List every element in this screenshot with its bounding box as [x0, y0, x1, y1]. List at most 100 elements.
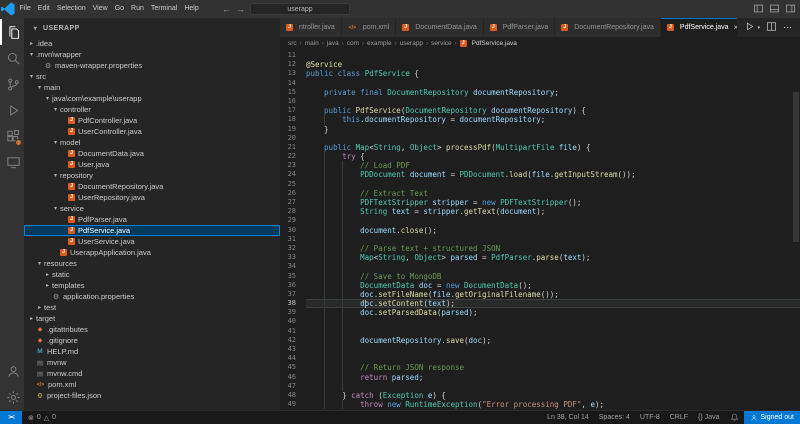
- breadcrumb-pdfservice-java[interactable]: JPdfService.java: [460, 40, 517, 47]
- tab-documentdata-java[interactable]: JDocumentData.java: [396, 18, 483, 37]
- remote-indicator[interactable]: ><: [0, 411, 22, 424]
- code-line[interactable]: 18this.documentRepository = documentRepo…: [280, 115, 800, 124]
- breadcrumb-service[interactable]: service: [431, 40, 452, 47]
- file-userrepository-java[interactable]: JUserRepository.java: [24, 192, 280, 203]
- problems-indicator[interactable]: ⊗0 △0: [28, 414, 56, 422]
- code-line[interactable]: 49throw new RuntimeException("Error proc…: [280, 400, 800, 409]
- folder-model[interactable]: ▾model: [24, 137, 280, 148]
- menu-file[interactable]: File: [16, 0, 34, 18]
- remote-explorer-icon[interactable]: [0, 149, 24, 175]
- file-maven-wrapper-properties[interactable]: ⚙maven-wrapper.properties: [24, 60, 280, 71]
- run-button[interactable]: [744, 19, 755, 37]
- folder-mvn-wrapper[interactable]: ▾.mvn\wrapper: [24, 49, 280, 60]
- tab-pom-xml[interactable]: </>pom.xml: [342, 18, 396, 37]
- breadcrumb-src[interactable]: src: [288, 40, 297, 47]
- code-line[interactable]: 31: [280, 235, 800, 244]
- code-line[interactable]: 39doc.setParsedData(parsed);: [280, 308, 800, 317]
- folder-static[interactable]: ▸static: [24, 269, 280, 280]
- file-documentdata-java[interactable]: JDocumentData.java: [24, 148, 280, 159]
- code-line[interactable]: 26// Extract Text: [280, 189, 800, 198]
- code-line[interactable]: 44: [280, 354, 800, 363]
- code-line[interactable]: 34: [280, 262, 800, 271]
- cursor-position[interactable]: Ln 38, Col 14: [542, 411, 594, 424]
- code-line[interactable]: 35// Save to MongoDB: [280, 272, 800, 281]
- code-editor[interactable]: 1112@Service13public class PdfService {1…: [280, 50, 800, 410]
- code-line[interactable]: 30document.close();: [280, 226, 800, 235]
- breadcrumb-main[interactable]: main: [305, 40, 319, 47]
- layout-panel-icon[interactable]: [769, 3, 780, 16]
- layout-sidebar-left-icon[interactable]: [753, 3, 764, 16]
- code-line[interactable]: 28String text = stripper.getText(documen…: [280, 207, 800, 216]
- file-userappapplication-java[interactable]: JUserappApplication.java: [24, 247, 280, 258]
- file-userservice-java[interactable]: JUserService.java: [24, 236, 280, 247]
- search-input[interactable]: userapp: [250, 3, 350, 15]
- code-line[interactable]: 33Map<String, Object> parsed = PdfParser…: [280, 253, 800, 262]
- more-actions-icon[interactable]: ⋯: [783, 22, 793, 33]
- run-dropdown-icon[interactable]: ▾: [757, 25, 760, 31]
- account-icon[interactable]: [0, 358, 24, 384]
- menu-terminal[interactable]: Terminal: [147, 0, 180, 18]
- code-line[interactable]: 13public class PdfService {: [280, 69, 800, 78]
- folder-controller[interactable]: ▾controller: [24, 104, 280, 115]
- file-pdfparser-java[interactable]: JPdfParser.java: [24, 214, 280, 225]
- folder-resources[interactable]: ▾resources: [24, 258, 280, 269]
- source-control-icon[interactable]: [0, 71, 24, 97]
- folder-main[interactable]: ▾main: [24, 82, 280, 93]
- file-mvnw-cmd[interactable]: ▤mvnw.cmd: [24, 368, 280, 379]
- menu-run[interactable]: Run: [128, 0, 148, 18]
- code-line[interactable]: 47: [280, 382, 800, 391]
- code-line[interactable]: 46return parsed;: [280, 373, 800, 382]
- file-pdfcontroller-java[interactable]: JPdfController.java: [24, 115, 280, 126]
- code-line[interactable]: 45// Return JSON response: [280, 363, 800, 372]
- code-line[interactable]: 25: [280, 180, 800, 189]
- folder-templates[interactable]: ▸templates: [24, 280, 280, 291]
- forward-arrow-icon[interactable]: →: [236, 4, 245, 14]
- code-line[interactable]: 17public PdfService(DocumentRepository d…: [280, 106, 800, 115]
- tab-ntroller-java[interactable]: Jntroller.java: [280, 18, 342, 37]
- menu-help[interactable]: Help: [181, 0, 202, 18]
- code-line[interactable]: 19}: [280, 125, 800, 134]
- code-line[interactable]: 14: [280, 79, 800, 88]
- file-pdfservice-java[interactable]: JPdfService.java: [24, 225, 280, 236]
- code-line[interactable]: 42documentRepository.save(doc);: [280, 336, 800, 345]
- code-line[interactable]: 15private final DocumentRepository docum…: [280, 88, 800, 97]
- folder-java-com-example-userapp[interactable]: ▾java\com\example\userapp: [24, 93, 280, 104]
- file-help-md[interactable]: MHELP.md: [24, 346, 280, 357]
- file-usercontroller-java[interactable]: JUserController.java: [24, 126, 280, 137]
- settings-gear-icon[interactable]: [0, 384, 24, 410]
- code-line[interactable]: 12@Service: [280, 60, 800, 69]
- search-icon[interactable]: [0, 45, 24, 71]
- file-user-java[interactable]: JUser.java: [24, 159, 280, 170]
- code-line[interactable]: 38doc.setContent(text);: [280, 299, 800, 308]
- breadcrumb-userapp[interactable]: userapp: [400, 40, 424, 47]
- breadcrumb-java[interactable]: java: [327, 40, 339, 47]
- extensions-icon[interactable]: [0, 123, 24, 149]
- code-line[interactable]: 43: [280, 345, 800, 354]
- code-line[interactable]: 40: [280, 317, 800, 326]
- notifications-bell-icon[interactable]: [725, 411, 744, 424]
- indent-setting[interactable]: Spaces: 4: [594, 411, 635, 424]
- tab-pdfparser-java[interactable]: JPdfParser.java: [484, 18, 556, 37]
- code-line[interactable]: 32// Parse text + structured JSON: [280, 244, 800, 253]
- code-line[interactable]: 24PDDocument document = PDDocument.load(…: [280, 170, 800, 179]
- menu-go[interactable]: Go: [111, 0, 127, 18]
- run-debug-icon[interactable]: [0, 97, 24, 123]
- folder-repository[interactable]: ▾repository: [24, 170, 280, 181]
- back-arrow-icon[interactable]: ←: [222, 4, 231, 14]
- code-line[interactable]: 29: [280, 216, 800, 225]
- tab-documentrepository-java[interactable]: JDocumentRepository.java: [555, 18, 661, 37]
- code-line[interactable]: 37doc.setFileName(file.getOriginalFilena…: [280, 290, 800, 299]
- code-line[interactable]: 21public Map<String, Object> processPdf(…: [280, 143, 800, 152]
- file-project-files-json[interactable]: {}project-files.json: [24, 390, 280, 401]
- tab-pdfservice-java[interactable]: JPdfService.java×: [661, 18, 738, 37]
- file-documentrepository-java[interactable]: JDocumentRepository.java: [24, 181, 280, 192]
- menu-selection[interactable]: Selection: [53, 0, 89, 18]
- file-gitattributes[interactable]: ◆.gitattributes: [24, 324, 280, 335]
- folder-service[interactable]: ▾service: [24, 203, 280, 214]
- file-gitignore[interactable]: ◆.gitignore: [24, 335, 280, 346]
- file-pom-xml[interactable]: </>pom.xml: [24, 379, 280, 390]
- breadcrumb-com[interactable]: com: [347, 40, 359, 47]
- menu-edit[interactable]: Edit: [34, 0, 53, 18]
- eol-setting[interactable]: CRLF: [665, 411, 693, 424]
- code-line[interactable]: 27PDFTextStripper stripper = new PDFText…: [280, 198, 800, 207]
